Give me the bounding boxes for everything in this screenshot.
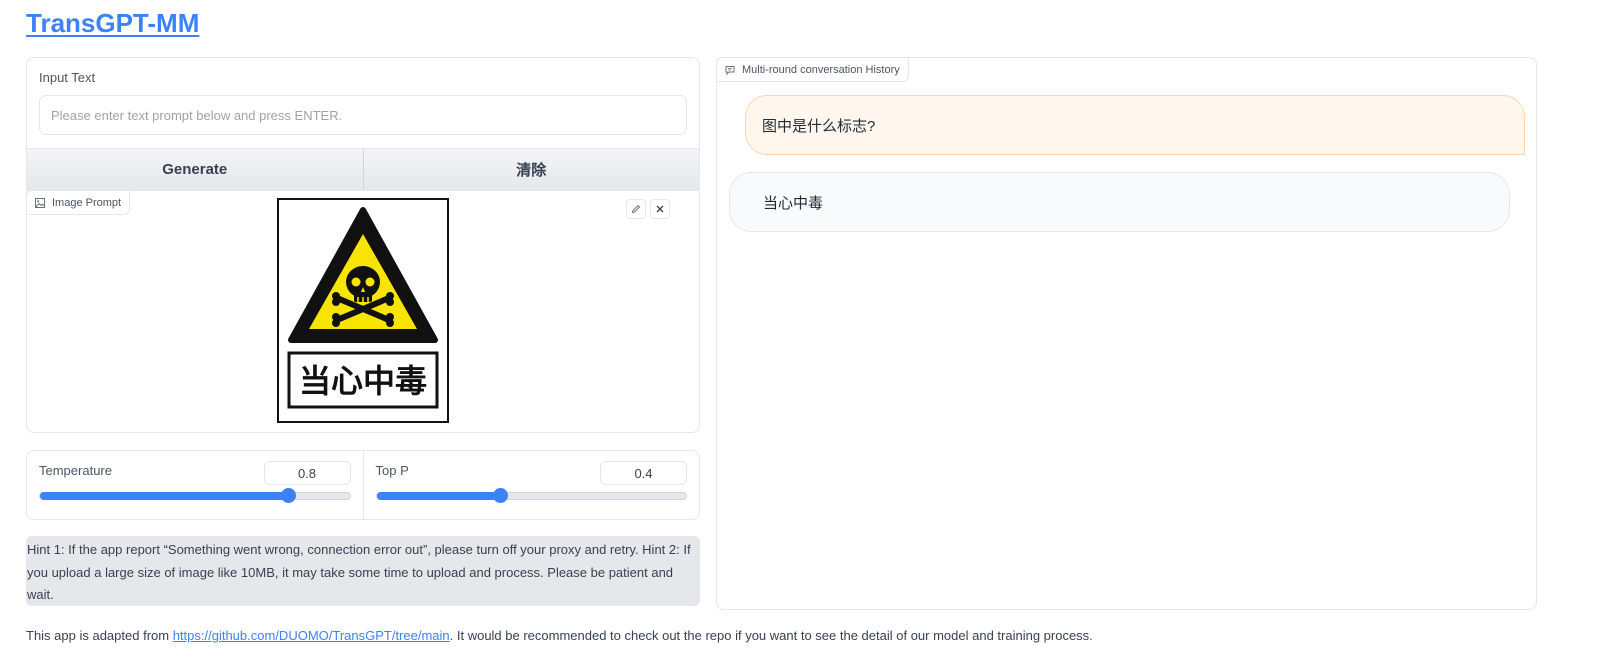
temperature-slider-thumb[interactable]: [280, 488, 296, 503]
sign-text: 当心中毒: [299, 362, 427, 400]
remove-image-button[interactable]: [650, 199, 670, 219]
chat-history-tag: Multi-round conversation History: [716, 57, 909, 82]
app-title-link[interactable]: TransGPT-MM: [26, 8, 199, 39]
hint-text: Hint 1: If the app report “Something wen…: [26, 536, 700, 606]
edit-image-button[interactable]: [626, 199, 646, 219]
poison-warning-sign: 当心中毒: [277, 198, 449, 423]
temperature-slider-group: Temperature: [27, 451, 363, 519]
footer-text: This app is adapted from https://github.…: [26, 628, 1093, 643]
temperature-slider-fill: [40, 492, 288, 500]
prompt-input[interactable]: [39, 95, 687, 135]
image-icon: [35, 197, 45, 208]
image-prompt-tag: Image Prompt: [26, 190, 131, 215]
user-message: 图中是什么标志?: [745, 95, 1525, 155]
top-p-slider-group: Top P: [362, 451, 700, 519]
action-buttons: Generate 清除: [26, 148, 700, 190]
pencil-icon: [631, 204, 641, 214]
top-p-number-input[interactable]: [600, 461, 687, 485]
generate-button[interactable]: Generate: [27, 149, 363, 190]
top-p-slider-thumb[interactable]: [493, 488, 509, 503]
temperature-number-input[interactable]: [263, 461, 351, 485]
chat-history-label: Multi-round conversation History: [742, 63, 900, 76]
temperature-label: Temperature: [39, 463, 112, 478]
image-prompt-panel[interactable]: Image Prompt 当心中毒: [26, 190, 700, 433]
top-p-label: Top P: [375, 463, 409, 478]
top-p-slider-fill: [376, 492, 501, 500]
bot-message: 当心中毒: [729, 172, 1510, 232]
image-prompt-label: Image Prompt: [52, 196, 122, 209]
footer-prefix: This app is adapted from: [26, 628, 173, 643]
chat-icon: [725, 65, 735, 75]
footer-suffix: . It would be recommended to check out t…: [449, 628, 1093, 643]
top-p-slider[interactable]: [375, 488, 687, 503]
uploaded-image: 当心中毒: [277, 198, 449, 423]
input-text-label: Input Text: [39, 70, 96, 85]
parameters-panel: Temperature Top P: [26, 450, 700, 520]
close-icon: [656, 205, 664, 213]
chat-history-panel: Multi-round conversation History 图中是什么标志…: [716, 57, 1537, 610]
temperature-slider[interactable]: [39, 488, 351, 503]
repo-link[interactable]: https://github.com/DUOMO/TransGPT/tree/m…: [173, 628, 450, 643]
clear-button[interactable]: 清除: [362, 149, 699, 190]
